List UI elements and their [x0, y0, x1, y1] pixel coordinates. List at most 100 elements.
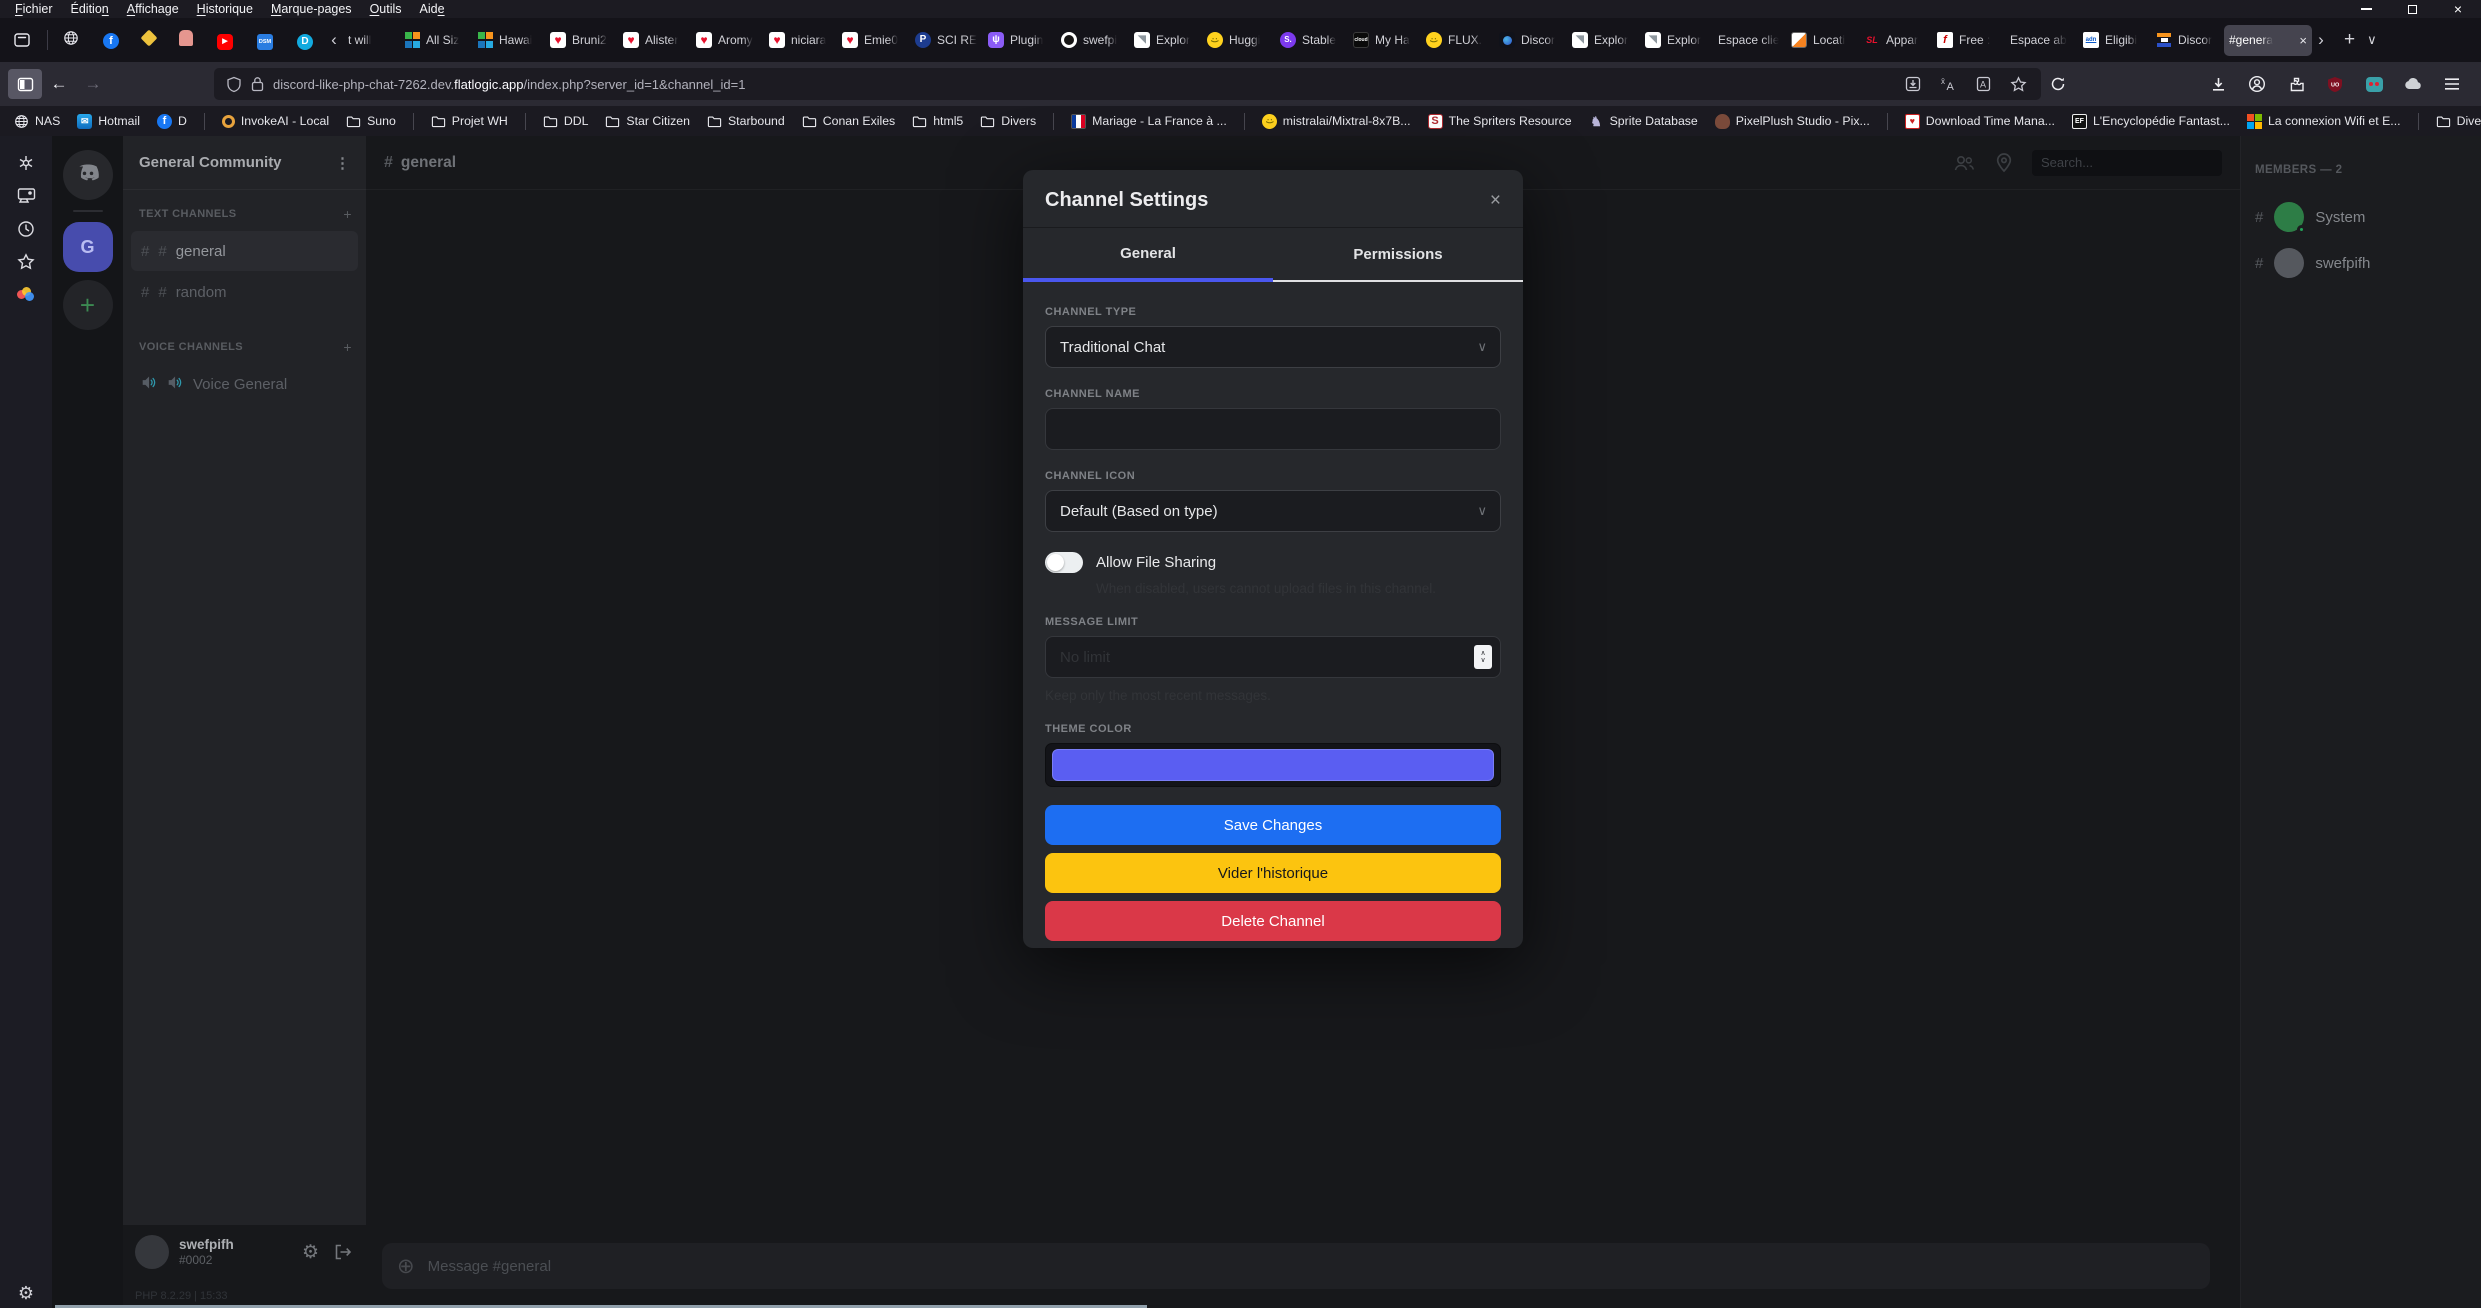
downloads-icon[interactable]	[2207, 73, 2229, 95]
bookmark-d[interactable]: fD	[157, 114, 187, 129]
bookmark-folder-divers[interactable]: Divers	[980, 114, 1036, 129]
tab[interactable]: Espace ab	[2005, 23, 2078, 57]
number-spinner[interactable]: ∧∨	[1474, 645, 1492, 669]
bookmark-la-connexion-wifi-et-e[interactable]: La connexion Wifi et E...	[2247, 114, 2401, 129]
firefox-view-button[interactable]	[5, 26, 39, 54]
maximize-button[interactable]	[2389, 0, 2435, 18]
tab-active[interactable]: #genera×	[2224, 25, 2312, 56]
tab[interactable]: All Siz	[399, 23, 472, 57]
scroll-tabs-left-button[interactable]: ‹	[325, 30, 343, 50]
discord-home-button[interactable]	[63, 150, 113, 200]
tab[interactable]: Hawai	[472, 23, 545, 57]
reload-button[interactable]	[2041, 69, 2075, 99]
add-server-button[interactable]: +	[63, 280, 113, 330]
account-icon[interactable]	[2246, 73, 2268, 95]
tab[interactable]: ♥Alister	[618, 23, 691, 57]
back-button[interactable]: ←	[42, 69, 76, 99]
pinned-tab-creature-icon[interactable]	[179, 30, 193, 51]
bookmark-nas[interactable]: NAS	[14, 114, 60, 129]
bookmark-star-icon[interactable]	[2007, 73, 2029, 95]
menu-historique[interactable]: Historique	[188, 0, 262, 18]
tab[interactable]: cloudMy Ha	[1348, 23, 1421, 57]
member-swefpifh[interactable]: #swefpifh	[2255, 240, 2471, 286]
screen-share-icon[interactable]	[0, 179, 52, 212]
server-header[interactable]: General Community ⋮	[123, 136, 366, 190]
bookmark-folder-html5[interactable]: html5	[912, 114, 963, 129]
bookmark-folder-projet-wh[interactable]: Projet WH	[431, 114, 508, 129]
bookmark-l-encyclop-die-fantast[interactable]: EFL'Encyclopédie Fantast...	[2072, 114, 2230, 129]
tab[interactable]: ♥niciara	[764, 23, 837, 57]
tab-close-icon[interactable]: ×	[2299, 33, 2307, 48]
history-icon[interactable]	[0, 212, 52, 245]
menu-aide[interactable]: Aide	[411, 0, 454, 18]
bookmark-folder-ddl[interactable]: DDL	[543, 114, 589, 129]
delete-channel-button[interactable]: Delete Channel	[1045, 901, 1501, 941]
menu-fichier[interactable]: Fichier	[6, 0, 62, 18]
user-settings-gear-icon[interactable]: ⚙	[302, 1241, 319, 1264]
close-button[interactable]: ×	[2435, 0, 2481, 18]
bookmark-the-spriters-resource[interactable]: SThe Spriters Resource	[1428, 114, 1572, 129]
reader-mode-icon[interactable]: A	[1972, 73, 1994, 95]
cloud-extension-icon[interactable]	[2402, 73, 2424, 95]
tab[interactable]: ◥Explor	[1640, 23, 1713, 57]
pinned-tab-youtube-icon[interactable]: ▶	[217, 30, 233, 50]
tab[interactable]: ♥Bruni2	[545, 23, 618, 57]
bookmark-hotmail[interactable]: ✉Hotmail	[77, 114, 140, 129]
ublock-icon[interactable]: UO	[2324, 73, 2346, 95]
bookmark-folder-suno[interactable]: Suno	[346, 114, 396, 129]
list-all-tabs-button[interactable]: ∨	[2367, 32, 2377, 48]
robot-extension-icon[interactable]	[2363, 73, 2385, 95]
tab[interactable]: PSCI RE	[910, 23, 983, 57]
tab[interactable]: :)FLUX.	[1421, 23, 1494, 57]
tab[interactable]: adnEligibi	[2078, 23, 2151, 57]
bookmarks-star-icon[interactable]	[0, 245, 52, 278]
profiles-icon[interactable]	[0, 278, 52, 311]
sidebar-toggle-button[interactable]	[8, 69, 42, 99]
search-input[interactable]: Search...	[2032, 150, 2222, 176]
add-text-channel-button[interactable]: +	[343, 206, 352, 222]
tab[interactable]: ◥Explor	[1129, 23, 1202, 57]
bookmark-download-time-mana[interactable]: ♥Download Time Mana...	[1905, 114, 2055, 129]
server-icon-general-community[interactable]: G	[63, 222, 113, 272]
minimize-button[interactable]	[2343, 0, 2389, 18]
extensions-icon[interactable]	[2285, 73, 2307, 95]
pinned-tab-synology-icon[interactable]: D	[297, 31, 313, 50]
tab[interactable]: ♥Aromy	[691, 23, 764, 57]
pinned-tab-facebook-icon[interactable]: f	[103, 31, 119, 50]
member-system[interactable]: #System	[2255, 194, 2471, 240]
bookmark-mariage-la-france[interactable]: Mariage - La France à ...	[1071, 114, 1227, 129]
app-menu-icon[interactable]	[2441, 73, 2463, 95]
voice-channel-voice-general[interactable]: Voice General	[131, 364, 358, 404]
message-input[interactable]: ⊕ Message #general	[382, 1243, 2210, 1289]
forward-button[interactable]: →	[76, 69, 110, 99]
members-toggle-icon[interactable]	[1952, 153, 1976, 173]
channel-general[interactable]: ##general	[131, 231, 358, 271]
tab[interactable]: :)Huggi	[1202, 23, 1275, 57]
save-changes-button[interactable]: Save Changes	[1045, 805, 1501, 845]
tab[interactable]: ψPlugin	[983, 23, 1056, 57]
channel-type-select[interactable]: Traditional Chat ∨	[1045, 326, 1501, 368]
bookmark-mistralai-mixtral-8x7b[interactable]: :)mistralai/Mixtral-8x7B...	[1262, 114, 1411, 129]
channel-name-input[interactable]	[1045, 408, 1501, 450]
bookmark-folder-star-citizen[interactable]: Star Citizen	[605, 114, 690, 129]
message-limit-input[interactable]: No limit ∧∨	[1045, 636, 1501, 678]
bookmark-sprite-database[interactable]: ♞Sprite Database	[1589, 114, 1698, 129]
url-bar[interactable]: discord-like-php-chat-7262.dev.flatlogic…	[214, 68, 2041, 100]
translate-icon[interactable]: x̄A	[1937, 73, 1959, 95]
save-page-icon[interactable]	[1902, 73, 1924, 95]
add-voice-channel-button[interactable]: +	[343, 339, 352, 355]
attach-plus-icon[interactable]: ⊕	[397, 1254, 415, 1279]
ai-chat-icon[interactable]	[0, 146, 52, 179]
tab[interactable]: ◥Explor	[1567, 23, 1640, 57]
bookmark-folder-conan-exiles[interactable]: Conan Exiles	[802, 114, 895, 129]
bookmark-invokeai-local[interactable]: InvokeAI - Local	[222, 114, 329, 128]
tab[interactable]: Discor	[1494, 23, 1567, 57]
sidebar-settings-gear-icon[interactable]: ⚙	[0, 1283, 52, 1304]
tab[interactable]: t will	[343, 23, 399, 57]
menu-affichage[interactable]: Affichage	[118, 0, 188, 18]
modal-close-icon[interactable]: ×	[1490, 190, 1501, 212]
tab[interactable]: ♥Emie0	[837, 23, 910, 57]
tab[interactable]: S.Stable	[1275, 23, 1348, 57]
pinned-tab-dsm-icon[interactable]: DSM	[257, 30, 273, 51]
theme-color-input[interactable]	[1045, 743, 1501, 787]
